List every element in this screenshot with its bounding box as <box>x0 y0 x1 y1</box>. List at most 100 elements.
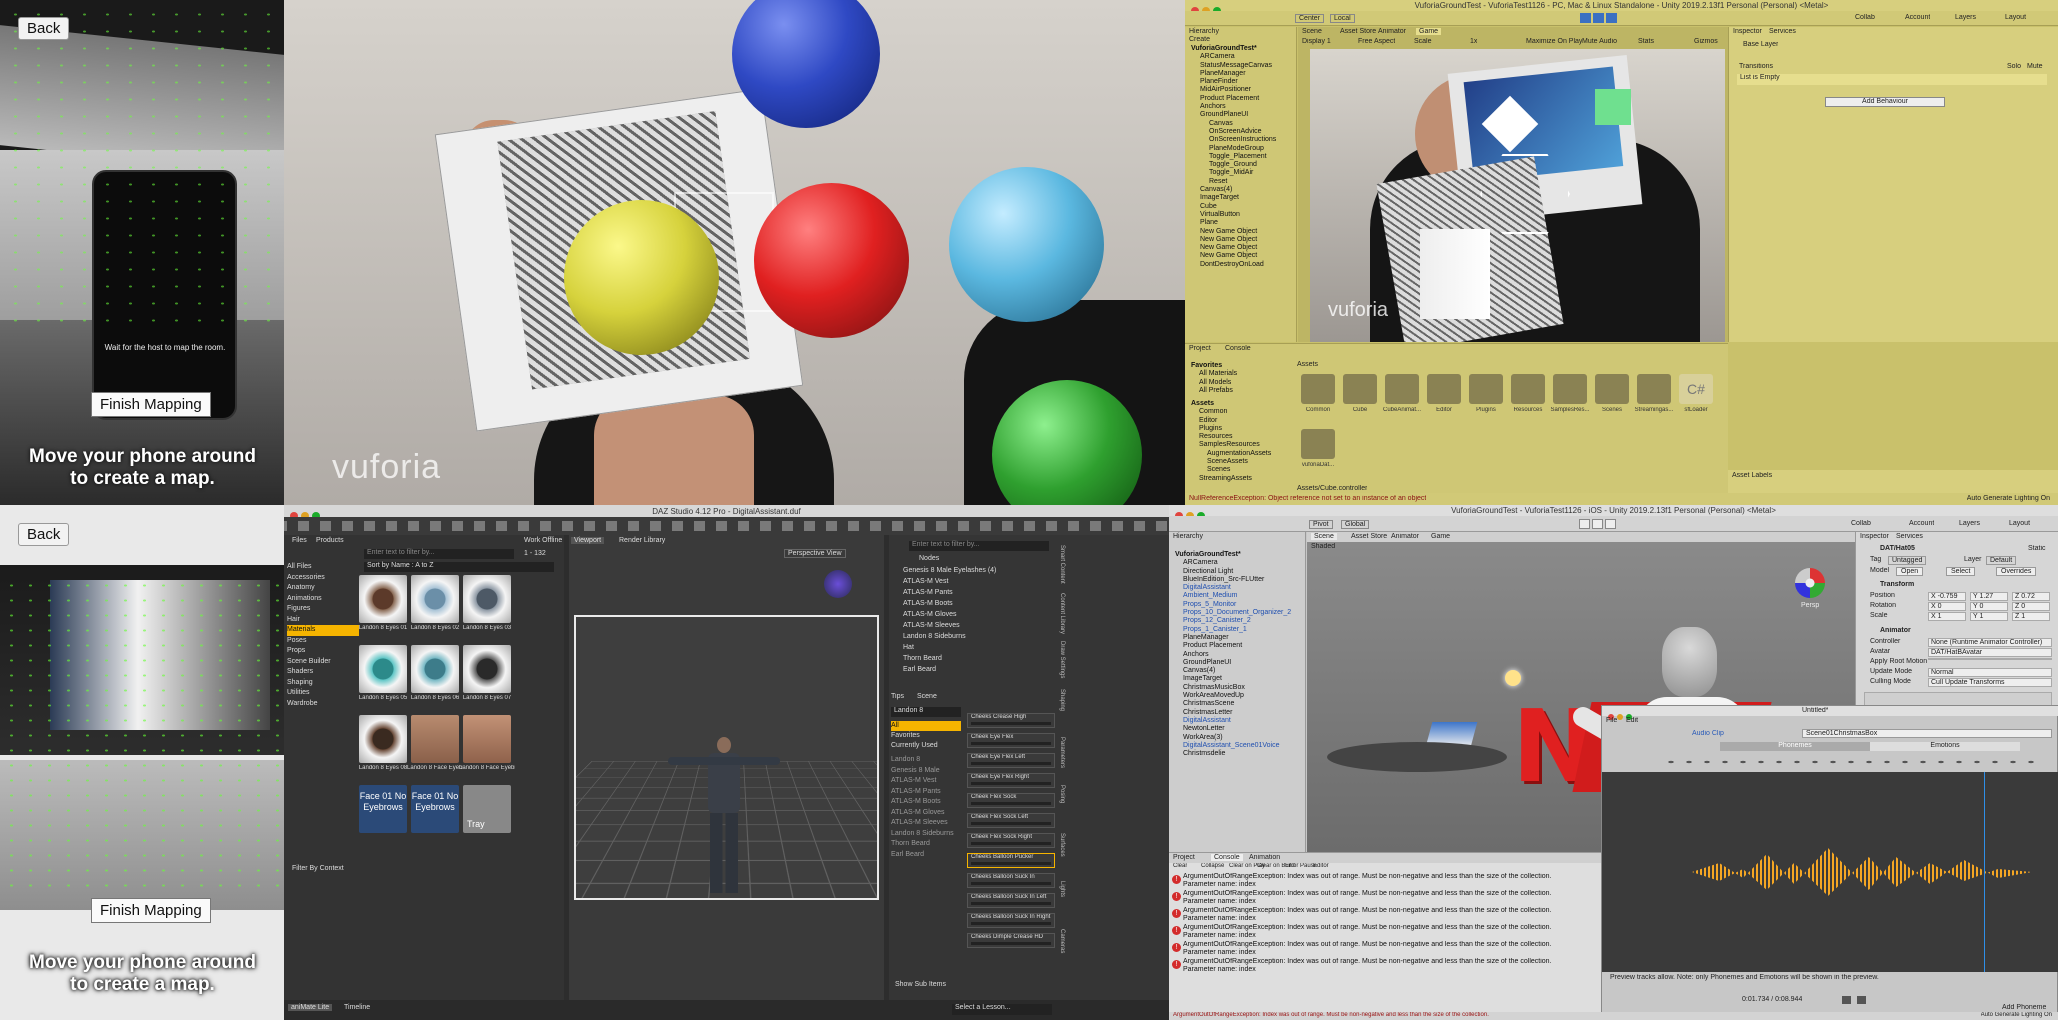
material-thumbnail[interactable] <box>359 715 407 763</box>
hierarchy-item[interactable]: OnScreenAdvice <box>1191 128 1296 136</box>
morph-slider[interactable]: Cheeks Dimple Crease HD <box>967 933 1055 948</box>
scene-node[interactable]: ATLAS-M Boots <box>903 598 1063 609</box>
back-button[interactable]: Back <box>18 17 70 40</box>
category-item[interactable]: Shaping <box>287 678 359 689</box>
material-thumbnail[interactable]: Tray <box>463 785 511 833</box>
hierarchy-item[interactable]: Canvas(4) <box>1191 186 1296 194</box>
scene-tab-animator[interactable]: Animator <box>1391 533 1419 540</box>
asset-icon-1[interactable] <box>1343 374 1377 404</box>
transform-z-field[interactable]: Z 0.72 <box>2012 592 2050 601</box>
animate-lite-tab[interactable]: aniMate Lite <box>288 1004 333 1011</box>
folder-item[interactable]: Plugins <box>1191 425 1271 433</box>
folder-item[interactable]: Scenes <box>1191 466 1271 474</box>
side-tab[interactable]: Cameras <box>1059 929 1065 953</box>
hierarchy-item[interactable]: Canvas <box>1191 120 1296 128</box>
shaded-dropdown[interactable]: Shaded <box>1311 543 1335 550</box>
animator-field-value[interactable]: Cull Update Transforms <box>1928 678 2052 687</box>
hierarchy-item[interactable]: VuforiaGroundTest* <box>1191 45 1296 53</box>
hierarchy-item[interactable]: New Game Object <box>1191 244 1296 252</box>
project-tab[interactable]: Project <box>1189 345 1211 352</box>
hierarchy-item[interactable]: New Game Object <box>1191 236 1296 244</box>
transform-x-field[interactable]: X -0.759 <box>1928 592 1966 601</box>
hierarchy-item[interactable]: Toggle_MidAir <box>1191 169 1296 177</box>
object-name[interactable]: DAT/Hat05 <box>1880 545 1915 552</box>
hierarchy-item[interactable]: Product Placement <box>1175 642 1305 650</box>
scene-tab-game[interactable]: Game <box>1431 533 1450 540</box>
hierarchy-item[interactable]: New Game Object <box>1191 228 1296 236</box>
console-error-row[interactable]: ArgumentOutOfRangeException: Index was o… <box>1171 924 1601 941</box>
side-tab[interactable]: Draw Settings <box>1059 641 1065 678</box>
material-thumbnail[interactable] <box>359 575 407 623</box>
sort-dropdown[interactable]: Sort by Name : A to Z <box>364 562 554 572</box>
side-tab[interactable]: Posing <box>1059 785 1065 803</box>
morph-track[interactable] <box>971 922 1051 925</box>
scene-node[interactable]: ATLAS-M Gloves <box>903 609 1063 620</box>
hierarchy-item[interactable]: GroundPlaneUI <box>1175 659 1305 667</box>
folder-item[interactable]: StreamingAssets <box>1191 475 1271 483</box>
asset-icon-3[interactable] <box>1427 374 1461 404</box>
audio-clip-field[interactable]: Scene01ChristmasBox <box>1802 729 2052 738</box>
hierarchy-item[interactable]: Props_1_Canister_1 <box>1175 626 1305 634</box>
transform-y-field[interactable]: Y 1.27 <box>1970 592 2008 601</box>
category-item[interactable]: Accessories <box>287 573 359 584</box>
static-toggle[interactable]: Static <box>2028 545 2046 552</box>
folder-item[interactable]: Assets <box>1191 400 1271 408</box>
scene-node[interactable]: Hat <box>903 642 1063 653</box>
scene-node[interactable]: Genesis 8 Male Eyelashes (4) <box>903 565 1063 576</box>
folder-item[interactable]: SamplesResources <box>1191 441 1271 449</box>
morph-category[interactable]: Landon 8 <box>891 755 961 766</box>
hierarchy-item[interactable]: Ambient_Medium <box>1175 592 1305 600</box>
console-toolbar-1[interactable]: Collapse <box>1201 863 1224 869</box>
stop-control[interactable] <box>1857 996 1866 1004</box>
console-toolbar-5[interactable]: Editor <box>1313 863 1329 869</box>
console-tab-project[interactable]: Project <box>1173 854 1195 861</box>
folder-item[interactable]: Resources <box>1191 433 1271 441</box>
material-thumbnail[interactable]: Face 01 No Eyebrows <box>359 785 407 833</box>
account-button[interactable]: Account <box>1909 520 1934 527</box>
favorite-item[interactable]: All Prefabs <box>1191 387 1237 395</box>
console-error-row[interactable]: ArgumentOutOfRangeException: Index was o… <box>1171 941 1601 958</box>
transform-z-field[interactable]: Z 1 <box>2012 612 2050 621</box>
side-tab[interactable]: Parameters <box>1059 737 1065 768</box>
folder-item[interactable]: Common <box>1191 408 1271 416</box>
side-tab[interactable]: Lights <box>1059 881 1065 897</box>
morph-slider[interactable]: Cheeks Balloon Pucker <box>967 853 1055 868</box>
hierarchy-item[interactable]: Anchors <box>1191 103 1296 111</box>
scene-tab-game[interactable]: Game <box>1416 28 1442 35</box>
add-behaviour-button[interactable]: Add Behaviour <box>1825 97 1945 107</box>
side-tab[interactable]: Shaping <box>1059 689 1065 711</box>
collab-button[interactable]: Collab <box>1855 14 1875 21</box>
scene-node[interactable]: ATLAS-M Sleeves <box>903 620 1063 631</box>
morph-track[interactable] <box>971 842 1051 845</box>
hierarchy-item[interactable]: Props_12_Canister_2 <box>1175 617 1305 625</box>
scene-tab-scene[interactable]: Scene <box>1302 28 1322 35</box>
game-toolbar-item[interactable]: Scale <box>1414 38 1432 45</box>
morph-track[interactable] <box>971 762 1051 765</box>
side-tab[interactable]: Surfaces <box>1059 833 1065 857</box>
play-button[interactable] <box>1580 13 1591 23</box>
morph-track[interactable] <box>971 862 1051 865</box>
morph-slider[interactable]: Cheek Flex Sock <box>967 793 1055 808</box>
asset-icon-4[interactable] <box>1469 374 1503 404</box>
morph-slider[interactable]: Cheeks Balloon Suck In <box>967 873 1055 888</box>
asset-icon-2[interactable] <box>1385 374 1419 404</box>
material-thumbnail[interactable]: Face 01 No Eyebrows <box>411 785 459 833</box>
game-toolbar-item[interactable]: Stats <box>1638 38 1654 45</box>
scene-tab-asset-store[interactable]: Asset Store <box>1340 28 1376 35</box>
morph-slider[interactable]: Cheeks Balloon Suck In Left <box>967 893 1055 908</box>
select-lesson[interactable]: Select a Lesson... <box>952 1004 1052 1015</box>
transform-z-field[interactable]: Z 0 <box>2012 602 2050 611</box>
morph-category[interactable]: Genesis 8 Male <box>891 766 961 777</box>
animator-field-value[interactable] <box>1928 658 2052 660</box>
asset-icon-8[interactable] <box>1637 374 1671 404</box>
collab-button[interactable]: Collab <box>1851 520 1871 527</box>
category-item[interactable]: Scene Builder <box>287 657 359 668</box>
category-item[interactable]: All Files <box>287 562 359 573</box>
morph-category[interactable]: Landon 8 Sideburns <box>891 829 961 840</box>
morph-slider[interactable]: Cheek Flex Sock Left <box>967 813 1055 828</box>
add-phoneme-button[interactable]: Add Phoneme <box>2002 1004 2046 1011</box>
material-thumbnail[interactable] <box>411 715 459 763</box>
console-tab-animation[interactable]: Animation <box>1249 854 1280 861</box>
hierarchy-item[interactable]: Cube <box>1191 203 1296 211</box>
console-error-row[interactable]: ArgumentOutOfRangeException: Index was o… <box>1171 907 1601 924</box>
